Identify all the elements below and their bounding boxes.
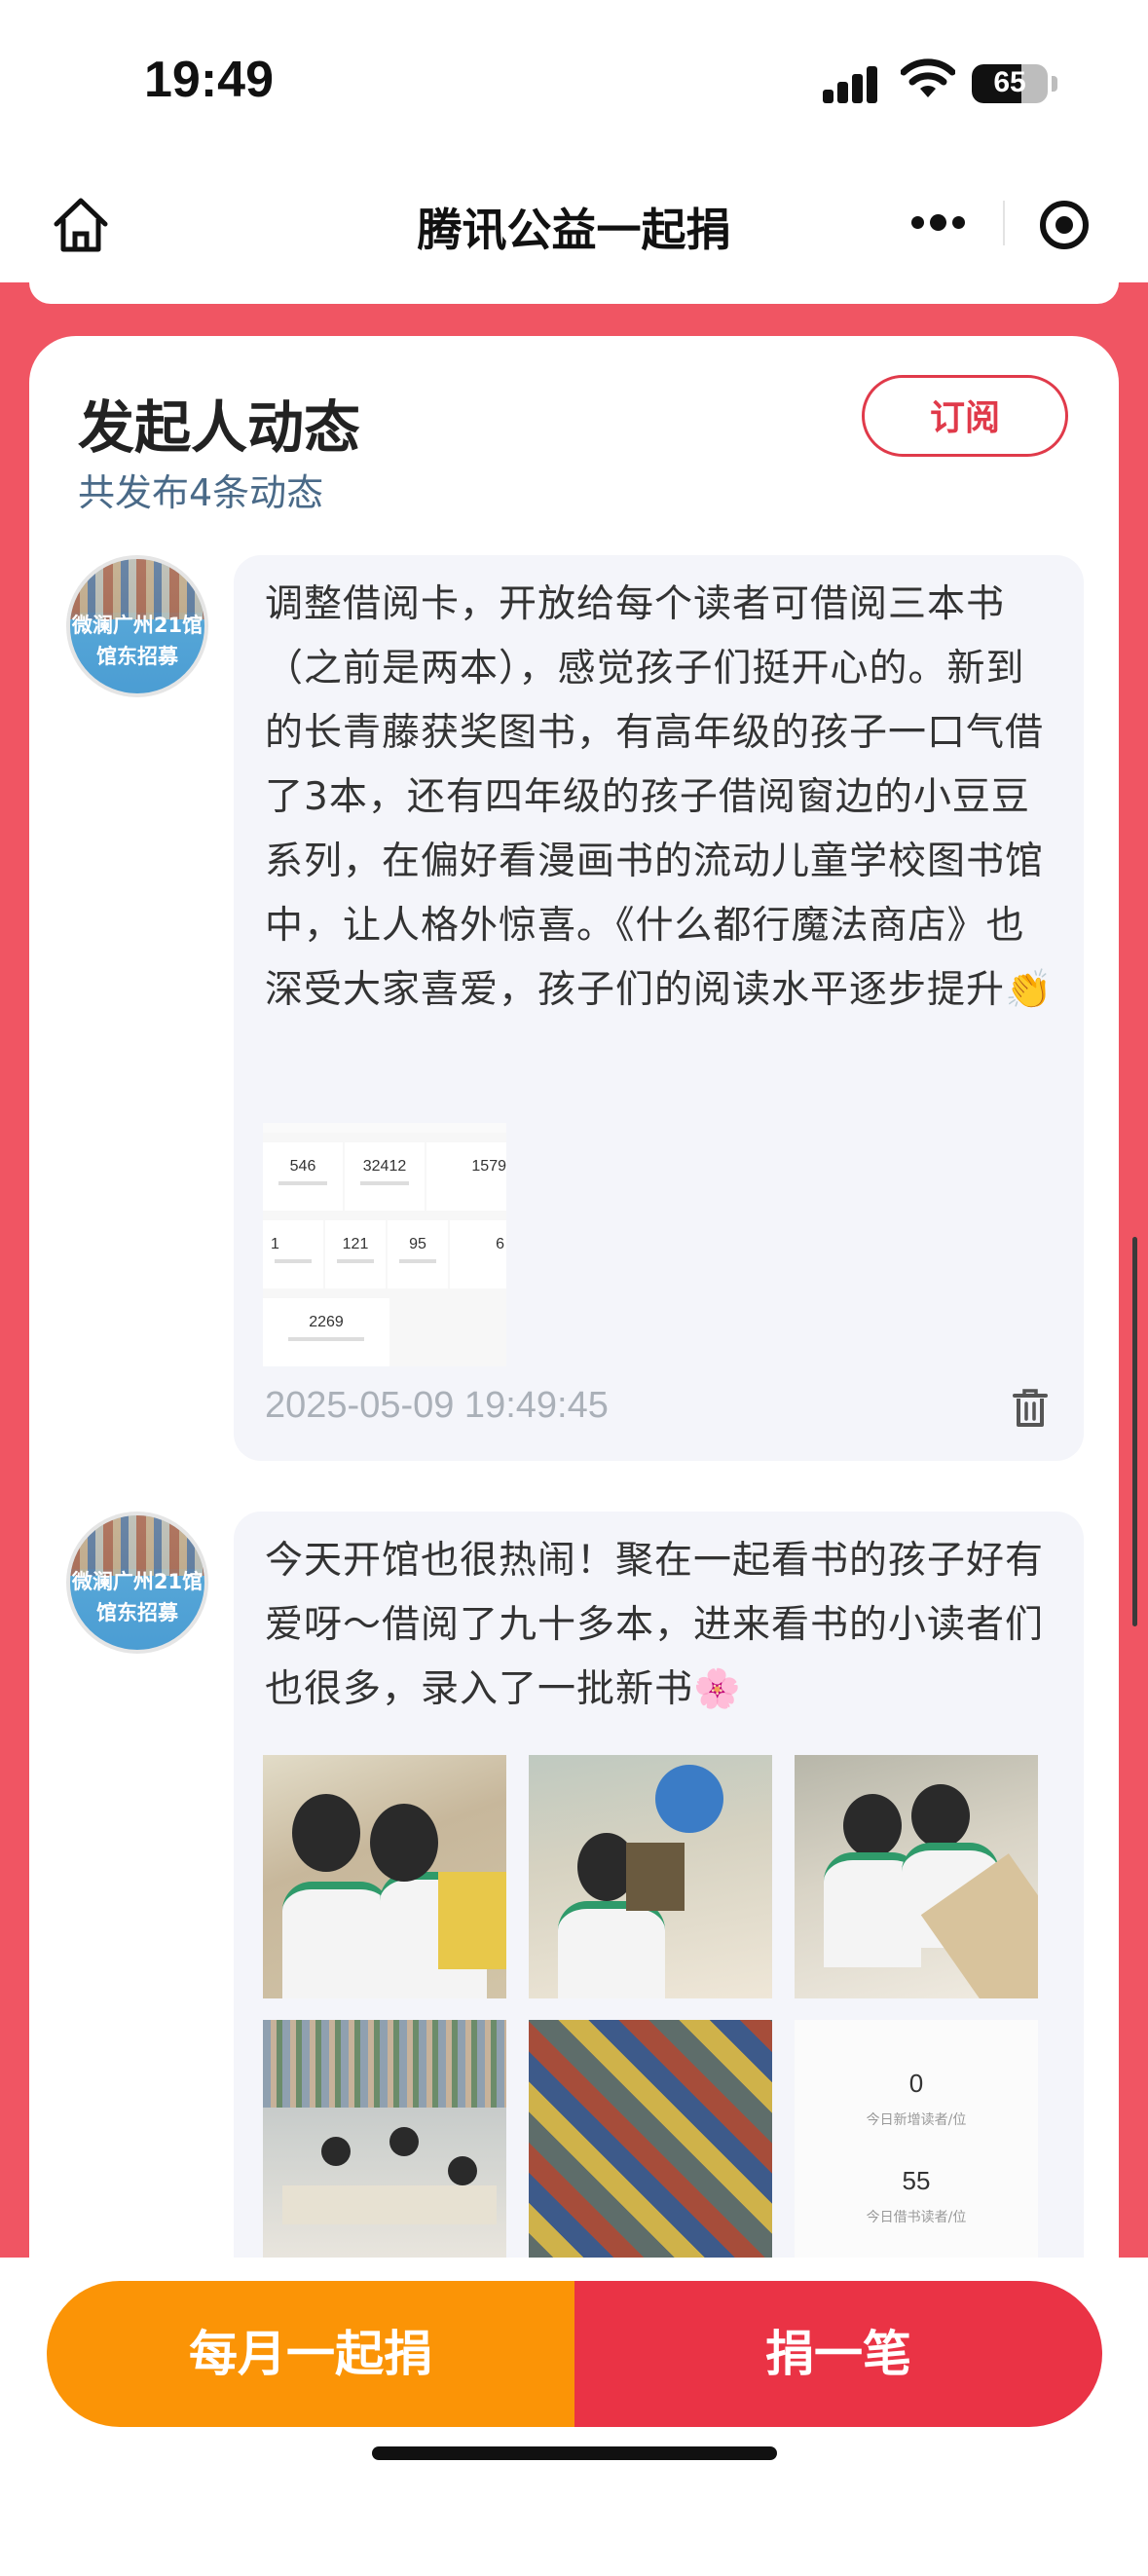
- post-photo[interactable]: [529, 2020, 772, 2263]
- post-card: 今天开馆也很热闹！聚在一起看书的孩子好有爱呀～借阅了九十多本，进来看书的小读者们…: [234, 1512, 1084, 2388]
- target-icon[interactable]: [1040, 201, 1089, 249]
- battery-icon: 65: [972, 64, 1048, 103]
- stat-value: 55: [902, 2166, 931, 2195]
- post-text: 调整借阅卡，开放给每个读者可借阅三本书（之前是两本），感觉孩子们挺开心的。新到的…: [265, 582, 1054, 1012]
- avatar-text: 微澜广州21馆 馆东招募: [71, 1570, 204, 1624]
- signal-icon: [823, 64, 881, 103]
- stat-value: 6: [496, 1236, 504, 1252]
- post-photo[interactable]: [263, 2020, 506, 2263]
- post-card: 调整借阅卡，开放给每个读者可借阅三本书（之前是两本），感觉孩子们挺开心的。新到的…: [234, 555, 1084, 1461]
- more-dots-icon[interactable]: [911, 214, 971, 233]
- capsule-divider: [1003, 201, 1005, 245]
- section-subtitle: 共发布4条动态: [78, 471, 324, 514]
- monthly-donate-button[interactable]: 每月一起捐: [47, 2281, 574, 2427]
- wifi-icon: [901, 58, 955, 97]
- one-time-donate-button[interactable]: 捐一笔: [574, 2281, 1102, 2427]
- avatar-text: 微澜广州21馆 馆东招募: [71, 614, 204, 668]
- nav-bar: 腾讯公益一起捐: [0, 166, 1148, 282]
- post-timestamp: 2025-05-09 19:49:45: [265, 1385, 609, 1426]
- stat-value: 2269: [309, 1314, 344, 1330]
- avatar[interactable]: 微澜广州21馆 馆东招募: [66, 1512, 208, 1654]
- stat-value: 546: [289, 1158, 316, 1175]
- stat-label: 今日借书读者/位: [866, 2210, 967, 2225]
- post-text: 今天开馆也很热闹！聚在一起看书的孩子好有爱呀～借阅了九十多本，进来看书的小读者们…: [265, 1539, 1045, 1711]
- status-bar: 19:49 65: [0, 0, 1148, 166]
- battery-tip: [1052, 76, 1057, 92]
- subscribe-button[interactable]: 订阅: [862, 375, 1068, 457]
- mini-program-capsule: [876, 179, 1110, 267]
- avatar[interactable]: 微澜广州21馆 馆东招募: [66, 555, 208, 697]
- post-image-stats[interactable]: 0 今日新增读者/位 55 今日借书读者/位: [795, 2020, 1038, 2263]
- battery-percent: 65: [993, 66, 1026, 98]
- stat-value: 32412: [362, 1158, 407, 1175]
- home-indicator: [372, 2446, 777, 2460]
- stat-label: 今日新增读者/位: [866, 2112, 967, 2128]
- trash-icon[interactable]: [1013, 1388, 1048, 1429]
- post-photo[interactable]: [263, 1755, 506, 1998]
- post-photo[interactable]: [795, 1755, 1038, 1998]
- section-title: 发起人动态: [78, 394, 361, 461]
- scroll-indicator: [1132, 1237, 1137, 1626]
- stat-value: 1579: [471, 1158, 506, 1175]
- post-photo[interactable]: [529, 1755, 772, 1998]
- previous-card-bottom: [29, 282, 1119, 304]
- stat-value: 95: [409, 1236, 426, 1252]
- post-image-stats[interactable]: 546 32412 1579 1 121 95 6 2269: [263, 1123, 506, 1366]
- stat-value: 0: [908, 2069, 924, 2098]
- status-time: 19:49: [144, 52, 274, 108]
- stat-value: 121: [342, 1236, 369, 1252]
- stat-value: 1: [271, 1236, 279, 1252]
